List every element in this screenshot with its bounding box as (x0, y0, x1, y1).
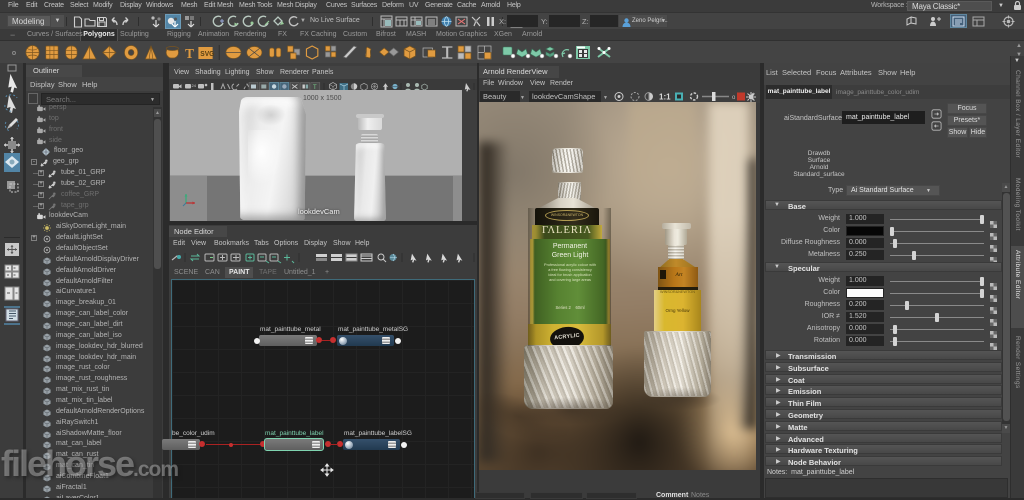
svg-text:T: T (185, 46, 194, 61)
svg-text:24: 24 (192, 83, 197, 88)
svg-text:1:1: 1:1 (659, 93, 671, 102)
svg-text:SVG: SVG (200, 51, 214, 58)
svg-text:o: o (732, 95, 736, 101)
